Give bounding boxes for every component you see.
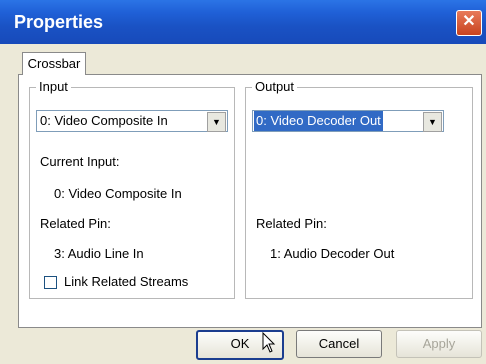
current-input-value: 0: Video Composite In bbox=[54, 186, 182, 201]
cancel-button[interactable]: Cancel bbox=[296, 330, 382, 358]
window-title: Properties bbox=[14, 12, 104, 32]
output-select[interactable]: 0: Video Decoder Out ▼ bbox=[252, 110, 444, 132]
input-related-pin-value: 3: Audio Line In bbox=[54, 246, 144, 261]
input-related-pin-label: Related Pin: bbox=[40, 216, 111, 231]
input-select[interactable]: 0: Video Composite In ▼ bbox=[36, 110, 228, 132]
tab-crossbar[interactable]: Crossbar bbox=[22, 52, 86, 75]
title-bar: Properties ✕ bbox=[0, 0, 486, 44]
input-select-value: 0: Video Composite In bbox=[40, 113, 168, 128]
dialog-body: Crossbar Input 0: Video Composite In ▼ C… bbox=[0, 44, 486, 364]
output-group: Output 0: Video Decoder Out ▼ Related Pi… bbox=[245, 79, 473, 299]
output-related-pin-label: Related Pin: bbox=[256, 216, 327, 231]
close-icon: ✕ bbox=[462, 13, 476, 30]
link-related-streams-checkbox[interactable] bbox=[44, 276, 57, 289]
input-group-label: Input bbox=[36, 79, 71, 94]
chevron-down-icon[interactable]: ▼ bbox=[423, 112, 442, 132]
close-button[interactable]: ✕ bbox=[456, 10, 482, 36]
tab-panel: Input 0: Video Composite In ▼ Current In… bbox=[18, 74, 482, 328]
link-related-streams-label: Link Related Streams bbox=[64, 274, 189, 289]
input-group: Input 0: Video Composite In ▼ Current In… bbox=[29, 79, 235, 299]
output-select-value: 0: Video Decoder Out bbox=[254, 111, 383, 131]
mouse-pointer-icon bbox=[262, 332, 276, 353]
chevron-down-icon[interactable]: ▼ bbox=[207, 112, 226, 132]
current-input-label: Current Input: bbox=[40, 154, 120, 169]
output-group-label: Output bbox=[252, 79, 298, 94]
output-related-pin-value: 1: Audio Decoder Out bbox=[270, 246, 395, 261]
apply-button[interactable]: Apply bbox=[396, 330, 482, 358]
